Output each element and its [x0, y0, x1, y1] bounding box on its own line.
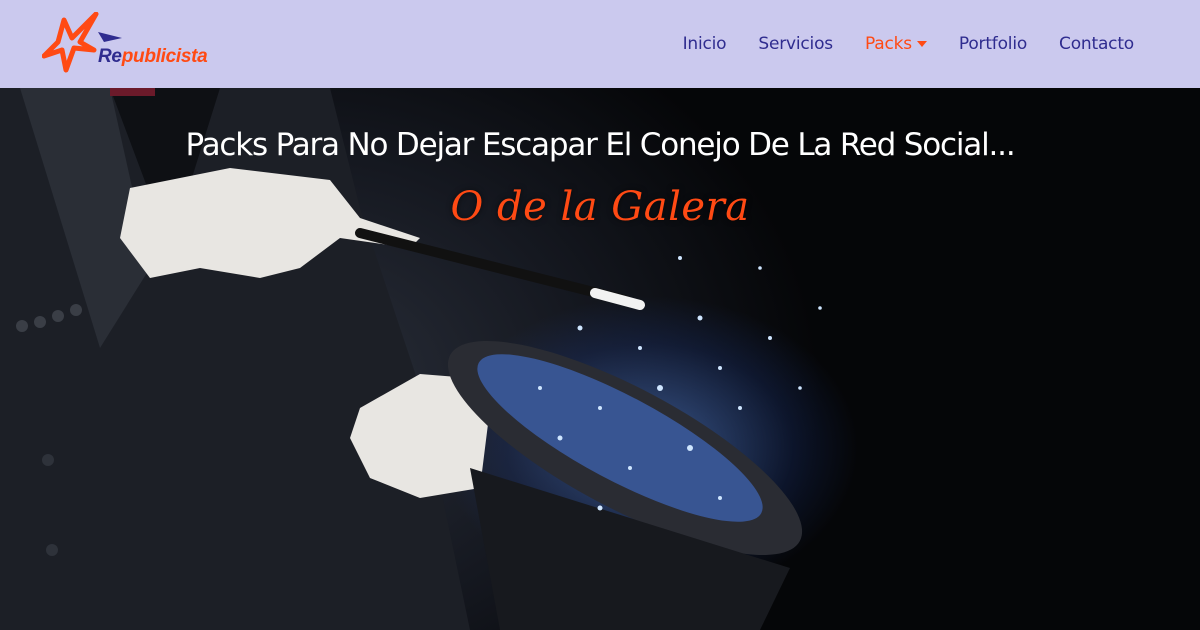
bow-tie	[110, 88, 155, 96]
sleeve-button	[16, 320, 28, 332]
nav-item-label: Servicios	[758, 34, 833, 54]
sleeve-button	[34, 316, 46, 328]
caret-down-icon	[916, 41, 927, 47]
nav-item-label: Inicio	[682, 34, 727, 54]
nav-item-servicios[interactable]: Servicios	[758, 34, 833, 54]
wand-tip	[590, 288, 645, 310]
nav-item-packs[interactable]: Packs	[865, 34, 927, 54]
nav-item-label: Packs	[864, 34, 912, 54]
brand-name: Republicista	[98, 46, 208, 68]
hero-banner: Packs Para No Dejar Escapar El Conejo De…	[0, 88, 1200, 630]
jacket-button	[46, 544, 58, 556]
magician-illustration	[0, 88, 822, 630]
main-nav: Inicio Servicios Packs Portfolio Contact…	[683, 0, 1135, 88]
site-header: Republicista Inicio Servicios Packs Port…	[0, 0, 1200, 88]
hero-subheadline: O de la Galera	[450, 184, 750, 230]
brand-logo[interactable]: Republicista	[41, 11, 252, 76]
jacket-button	[42, 454, 54, 466]
brand-prefix: Re	[98, 46, 122, 67]
sleeve-button	[70, 304, 82, 316]
brand-suffix: publicista	[121, 46, 208, 67]
nav-item-inicio[interactable]: Inicio	[683, 34, 727, 54]
nav-item-label: Contacto	[1059, 34, 1134, 54]
hero-headline: Packs Para No Dejar Escapar El Conejo De…	[185, 127, 1016, 163]
magic-wand	[355, 228, 630, 305]
nav-item-label: Portfolio	[958, 34, 1028, 54]
nav-item-portfolio[interactable]: Portfolio	[959, 34, 1027, 54]
sleeve-button	[52, 310, 64, 322]
nav-item-contacto[interactable]: Contacto	[1059, 34, 1134, 54]
